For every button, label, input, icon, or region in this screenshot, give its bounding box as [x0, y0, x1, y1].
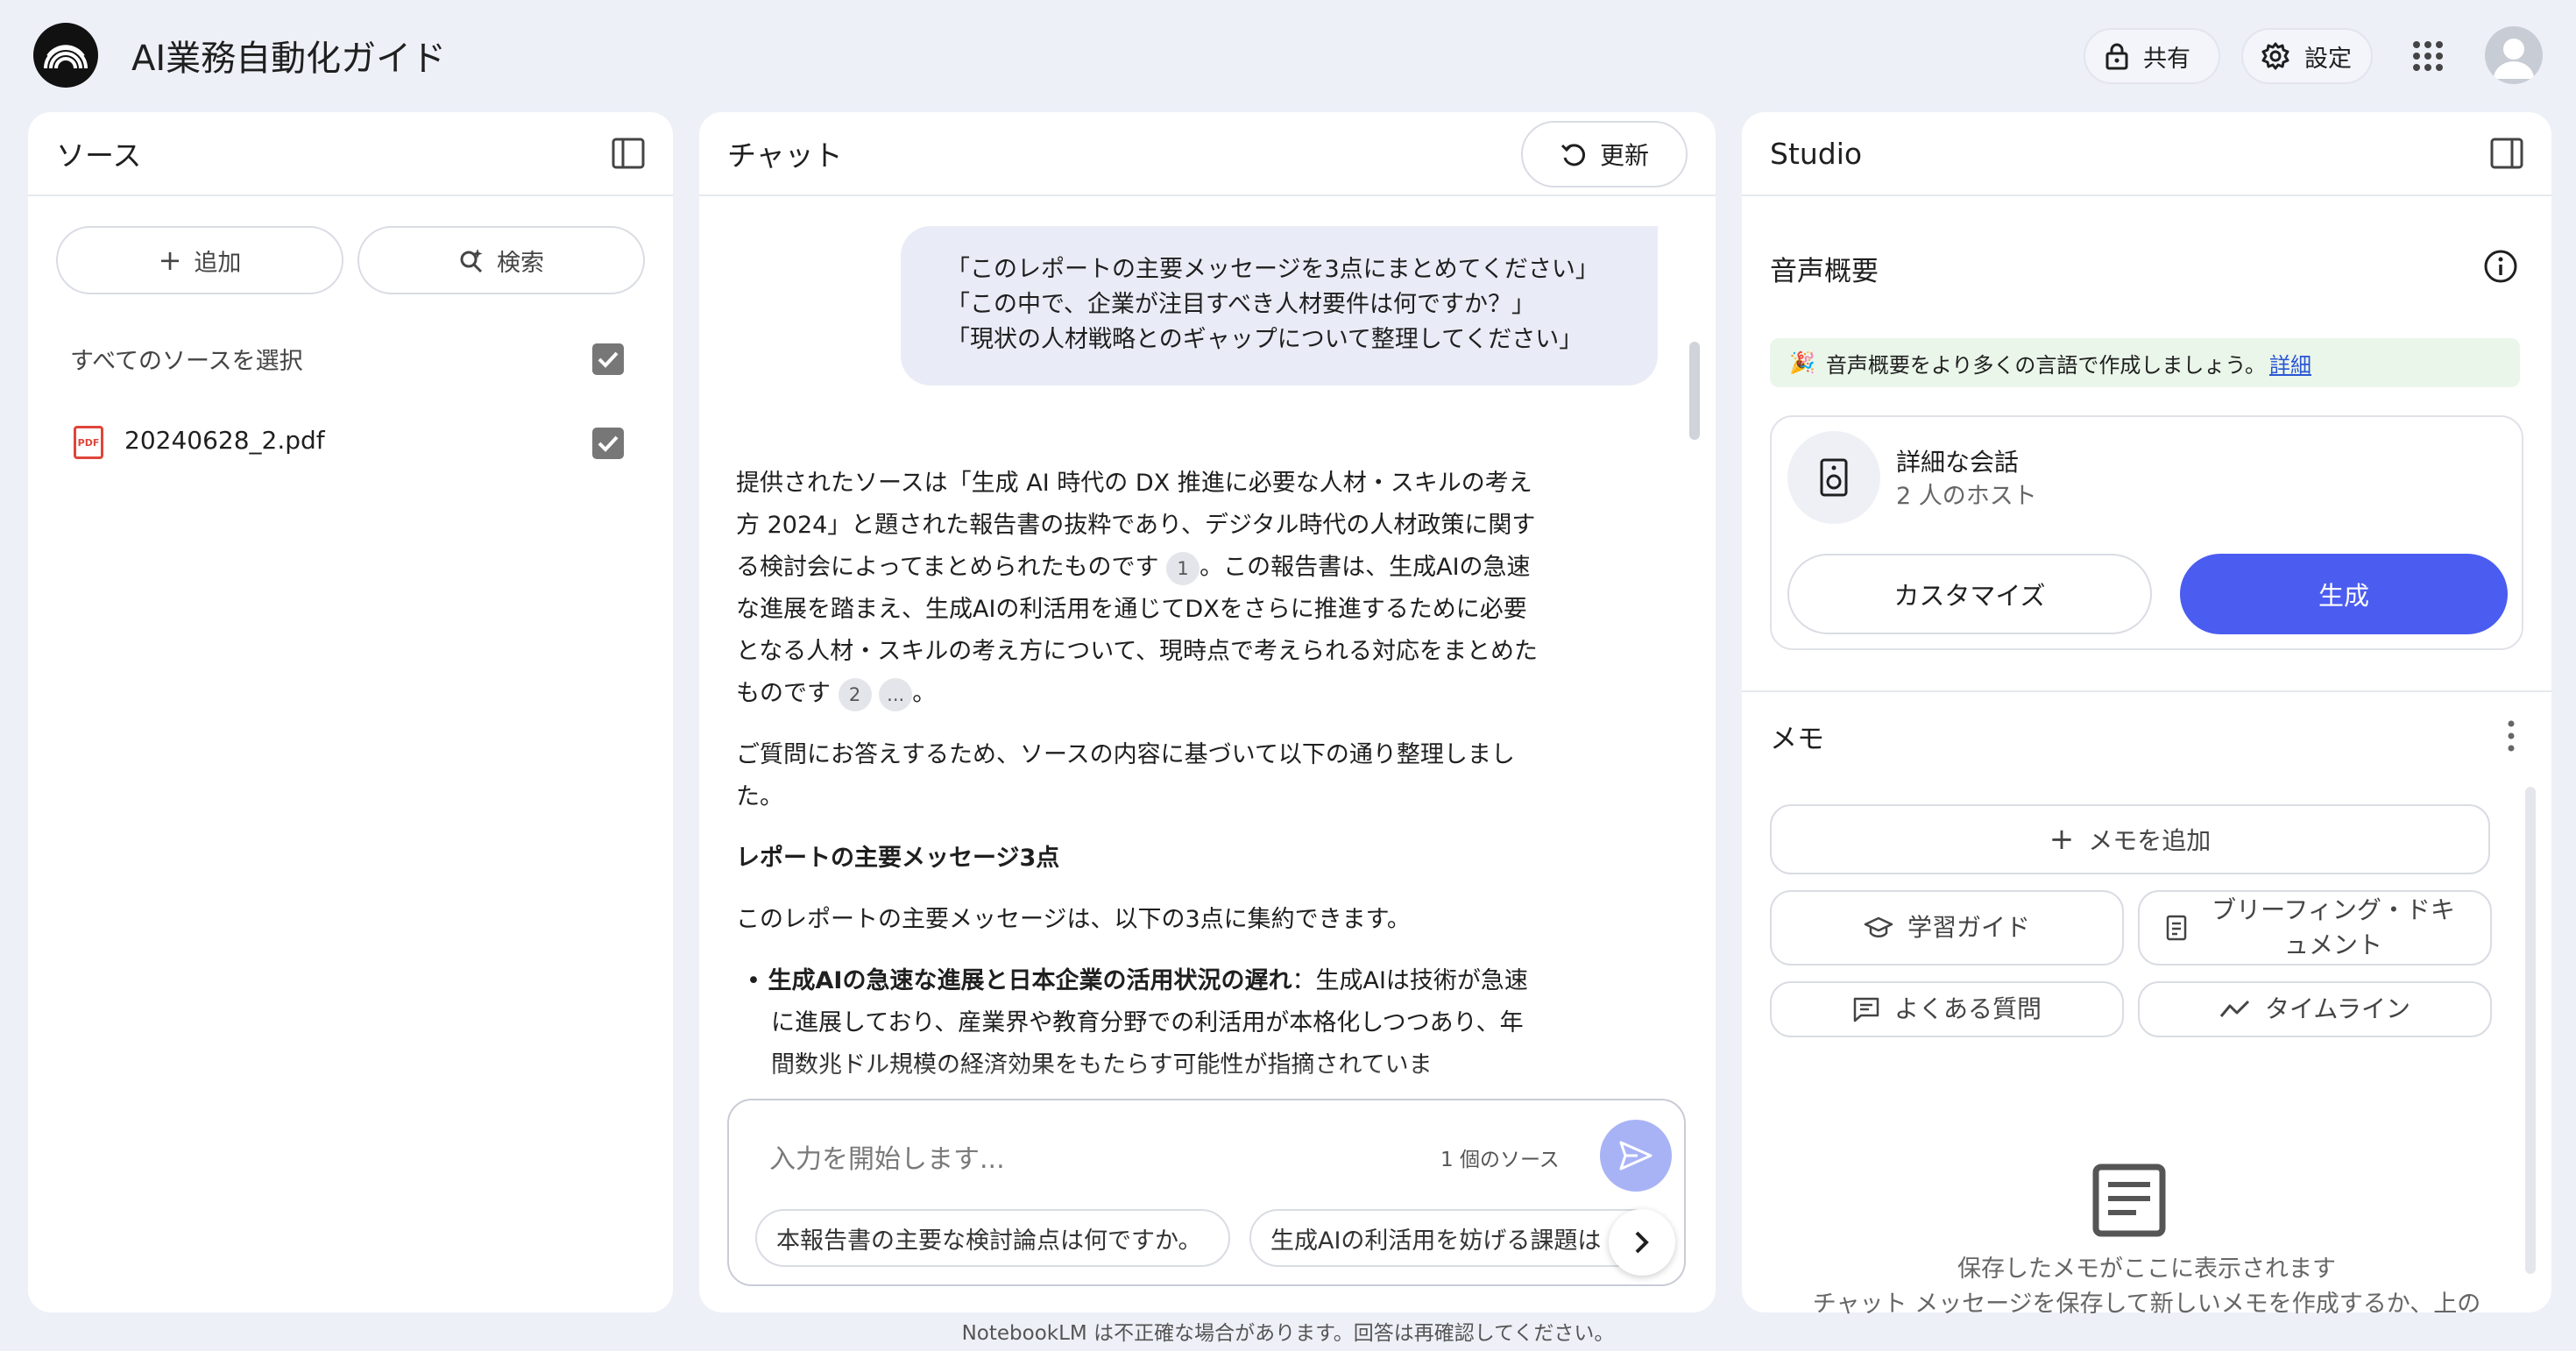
- sources-header: ソース: [28, 112, 673, 196]
- sources-title: ソース: [56, 138, 142, 173]
- suggestion-chip[interactable]: 生成AIの利活用を妨げる課題は: [1249, 1209, 1670, 1267]
- timeline-button[interactable]: タイムライン: [2138, 981, 2492, 1037]
- citation-chip[interactable]: 1: [1166, 551, 1200, 585]
- answer-paragraph: ご質問にお答えするため、ソースの内容に基づいて以下の通り整理しました。: [736, 741, 1515, 810]
- briefing-document-button[interactable]: ブリーフィング・ドキュメント: [2138, 890, 2492, 966]
- settings-label: 設定: [2304, 45, 2352, 73]
- footer-disclaimer: NotebookLM は不正確な場合があります。回答は再確認してください。: [961, 1322, 1615, 1345]
- faq-button[interactable]: よくある質問: [1770, 981, 2124, 1037]
- share-label: 共有: [2143, 45, 2190, 73]
- memo-title: メモ: [1770, 724, 1824, 755]
- collapse-panel-icon[interactable]: [2490, 138, 2523, 169]
- send-icon: [1619, 1141, 1652, 1171]
- plus-icon: +: [2049, 822, 2075, 857]
- bullet-bold: 生成AIの急速な進展と日本企業の活用状況の遅れ: [768, 967, 1292, 994]
- audio-language-banner: 🎉 音声概要をより多くの言語で作成しましょう。 詳細: [1770, 338, 2520, 387]
- refresh-label: 更新: [1599, 141, 1649, 170]
- assistant-answer: 提供されたソースは「生成 AI 時代の DX 推進に必要な人材・スキルの考え方 …: [736, 463, 1542, 1106]
- person-icon: [2494, 39, 2534, 79]
- search-source-label: 検索: [497, 249, 544, 277]
- section-divider: [1742, 690, 2551, 692]
- info-icon[interactable]: [2483, 249, 2518, 284]
- answer-text: 。: [912, 680, 937, 707]
- source-item-name[interactable]: 20240628_2.pdf: [124, 426, 325, 455]
- study-guide-button[interactable]: 学習ガイド: [1770, 890, 2124, 966]
- audio-overview-card: 詳細な会話 2 人のホスト カスタマイズ 生成: [1770, 415, 2523, 650]
- chat-panel: チャット 更新 「このレポートの主要メッセージを3点にまとめてください」 「この…: [699, 112, 1716, 1312]
- search-source-button[interactable]: 検索: [357, 226, 645, 294]
- source-item-checkbox[interactable]: [592, 428, 624, 459]
- chat-input[interactable]: 入力を開始します...: [769, 1137, 1005, 1176]
- send-button[interactable]: [1600, 1120, 1672, 1192]
- chat-input-box[interactable]: 入力を開始します... 1 個のソース 本報告書の主要な検討論点は何ですか。 生…: [727, 1099, 1686, 1286]
- chat-scrollbar[interactable]: [1689, 342, 1700, 440]
- memo-empty-title: 保存したメモがここに表示されます: [1957, 1256, 2336, 1283]
- citation-more-chip[interactable]: ...: [879, 677, 913, 711]
- studio-scrollbar[interactable]: [2525, 787, 2536, 1274]
- refresh-icon: [1560, 144, 1586, 166]
- chat-title: チャット: [727, 138, 843, 173]
- banner-details-link[interactable]: 詳細: [2269, 348, 2311, 378]
- audio-card-subtitle: 2 人のホスト: [1896, 483, 2037, 510]
- audio-card-title: 詳細な会話: [1896, 448, 2020, 477]
- party-icon: 🎉: [1789, 350, 1815, 375]
- notebook-title[interactable]: AI業務自動化ガイド: [131, 30, 446, 81]
- document-icon: [2166, 915, 2187, 941]
- collapse-panel-icon[interactable]: [612, 138, 645, 169]
- answer-paragraph: このレポートの主要メッセージは、以下の3点に集約できます。: [736, 906, 1411, 933]
- customize-button[interactable]: カスタマイズ: [1787, 554, 2152, 634]
- memo-empty-description: チャット メッセージを保存して新しいメモを作成するか、上の: [1812, 1291, 2481, 1318]
- timeline-icon: [2219, 1000, 2250, 1017]
- audio-overview-title: 音声概要: [1770, 256, 1879, 287]
- chip-label: タイムライン: [2264, 994, 2411, 1023]
- answer-heading: レポートの主要メッセージ3点: [736, 845, 1060, 872]
- next-suggestions-button[interactable]: [1609, 1209, 1675, 1276]
- user-message-line: 「このレポートの主要メッセージを3点にまとめてください」: [946, 256, 1599, 283]
- chevron-right-icon: [1635, 1231, 1649, 1254]
- lock-icon: [2105, 43, 2128, 70]
- memo-empty-icon: [2092, 1164, 2166, 1237]
- user-avatar[interactable]: [2485, 26, 2543, 84]
- share-button[interactable]: 共有: [2084, 28, 2220, 84]
- faq-icon: [1853, 997, 1879, 1022]
- add-source-button[interactable]: + 追加: [56, 226, 343, 294]
- banner-text: 音声概要をより多くの言語で作成しましょう。: [1825, 352, 2266, 378]
- user-message-line: 「現状の人材戦略とのギャップについて整理してください」: [946, 326, 1583, 353]
- refresh-button[interactable]: 更新: [1521, 121, 1688, 187]
- select-all-label: すべてのソースを選択: [70, 348, 303, 375]
- apps-grid-icon[interactable]: [2412, 40, 2444, 72]
- user-message-line: 「この中で、企業が注目すべき人材要件は何ですか？」: [946, 291, 1536, 318]
- speaker-icon: [1787, 431, 1880, 524]
- add-memo-button[interactable]: + メモを追加: [1770, 804, 2490, 874]
- sources-panel: ソース + 追加 検索 すべてのソースを選択 PDF 20240628_2.pd…: [28, 112, 673, 1312]
- add-memo-label: メモを追加: [2088, 826, 2212, 855]
- suggestion-chip[interactable]: 本報告書の主要な検討論点は何ですか。: [755, 1209, 1230, 1267]
- source-count: 1 個のソース: [1440, 1149, 1560, 1171]
- graduation-cap-icon: [1864, 916, 1893, 937]
- studio-title: Studio: [1770, 136, 1863, 171]
- more-options-icon[interactable]: [2508, 720, 2515, 752]
- search-sparkle-icon: [460, 249, 483, 273]
- chip-label: 学習ガイド: [1907, 913, 2030, 942]
- chip-label: よくある質問: [1893, 994, 2042, 1023]
- add-source-label: 追加: [194, 249, 242, 277]
- user-message: 「このレポートの主要メッセージを3点にまとめてください」 「この中で、企業が注目…: [901, 226, 1658, 385]
- settings-button[interactable]: 設定: [2241, 28, 2373, 84]
- select-all-checkbox[interactable]: [592, 343, 624, 375]
- gear-icon: [2261, 42, 2289, 70]
- studio-panel: Studio 音声概要 🎉 音声概要をより多くの言語で作成しましょう。 詳細 詳…: [1742, 112, 2551, 1318]
- chip-label: ブリーフィング・ドキュメント: [2212, 895, 2455, 959]
- studio-header: Studio: [1742, 112, 2551, 196]
- pdf-icon: PDF: [74, 426, 103, 459]
- citation-chip[interactable]: 2: [838, 677, 872, 711]
- app-logo[interactable]: [33, 23, 98, 88]
- chat-header: チャット 更新: [699, 112, 1716, 196]
- generate-button[interactable]: 生成: [2180, 554, 2508, 634]
- plus-icon: +: [158, 244, 182, 277]
